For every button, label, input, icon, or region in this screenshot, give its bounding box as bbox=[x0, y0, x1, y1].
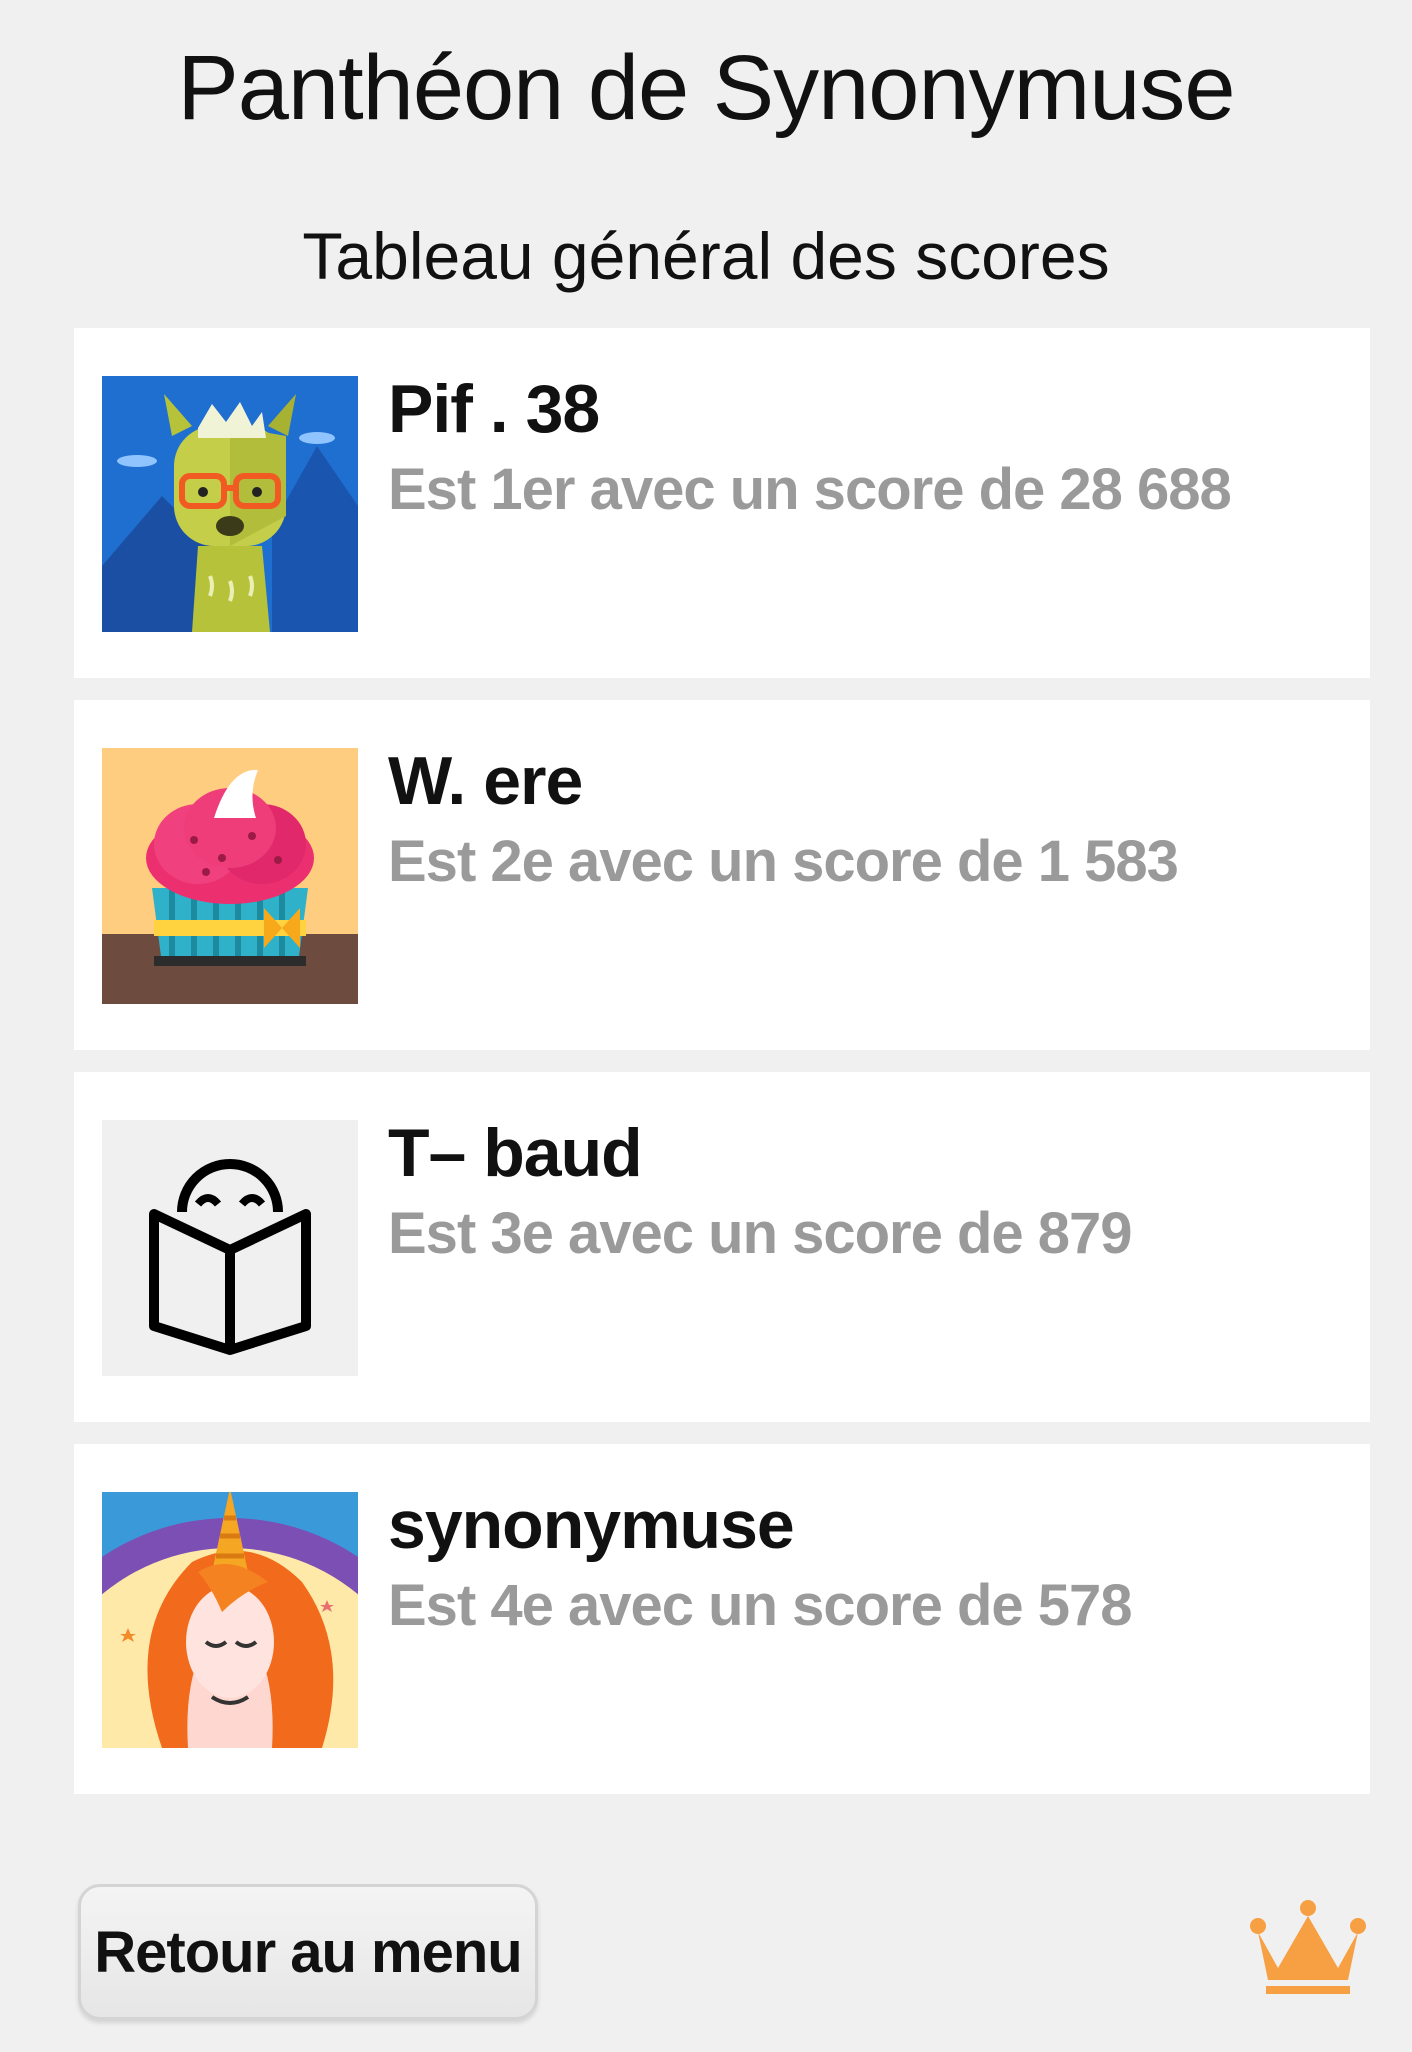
llama-icon bbox=[102, 376, 358, 632]
crown-icon[interactable] bbox=[1248, 1898, 1368, 1998]
player-rank-score: Est 3e avec un score de 879 bbox=[388, 1201, 1133, 1266]
leaderboard-entry: T– baud Est 3e avec un score de 879 bbox=[74, 1072, 1370, 1422]
leaderboard-entry: W. ere Est 2e avec un score de 1 583 bbox=[74, 700, 1370, 1050]
page-title: Panthéon de Synonymuse bbox=[177, 37, 1235, 139]
player-rank-score: Est 1er avec un score de 28 688 bbox=[388, 457, 1232, 522]
player-name: W. ere bbox=[388, 743, 583, 819]
unicorn-icon bbox=[102, 1492, 358, 1748]
player-rank-score: Est 2e avec un score de 1 583 bbox=[388, 829, 1179, 894]
page-subtitle: Tableau général des scores bbox=[302, 219, 1110, 293]
player-name: Pif . 38 bbox=[388, 371, 600, 447]
leaderboard-entry: Pif . 38 Est 1er avec un score de 28 688 bbox=[74, 328, 1370, 678]
leaderboard-entry: synonymuse Est 4e avec un score de 578 bbox=[74, 1444, 1370, 1794]
player-rank-score: Est 4e avec un score de 578 bbox=[388, 1573, 1133, 1638]
player-name: synonymuse bbox=[388, 1487, 795, 1563]
back-to-menu-button[interactable]: Retour au menu bbox=[78, 1884, 538, 2020]
player-name: T– baud bbox=[388, 1115, 643, 1191]
cupcake-icon bbox=[102, 748, 358, 1004]
book-reader-icon bbox=[102, 1120, 358, 1376]
